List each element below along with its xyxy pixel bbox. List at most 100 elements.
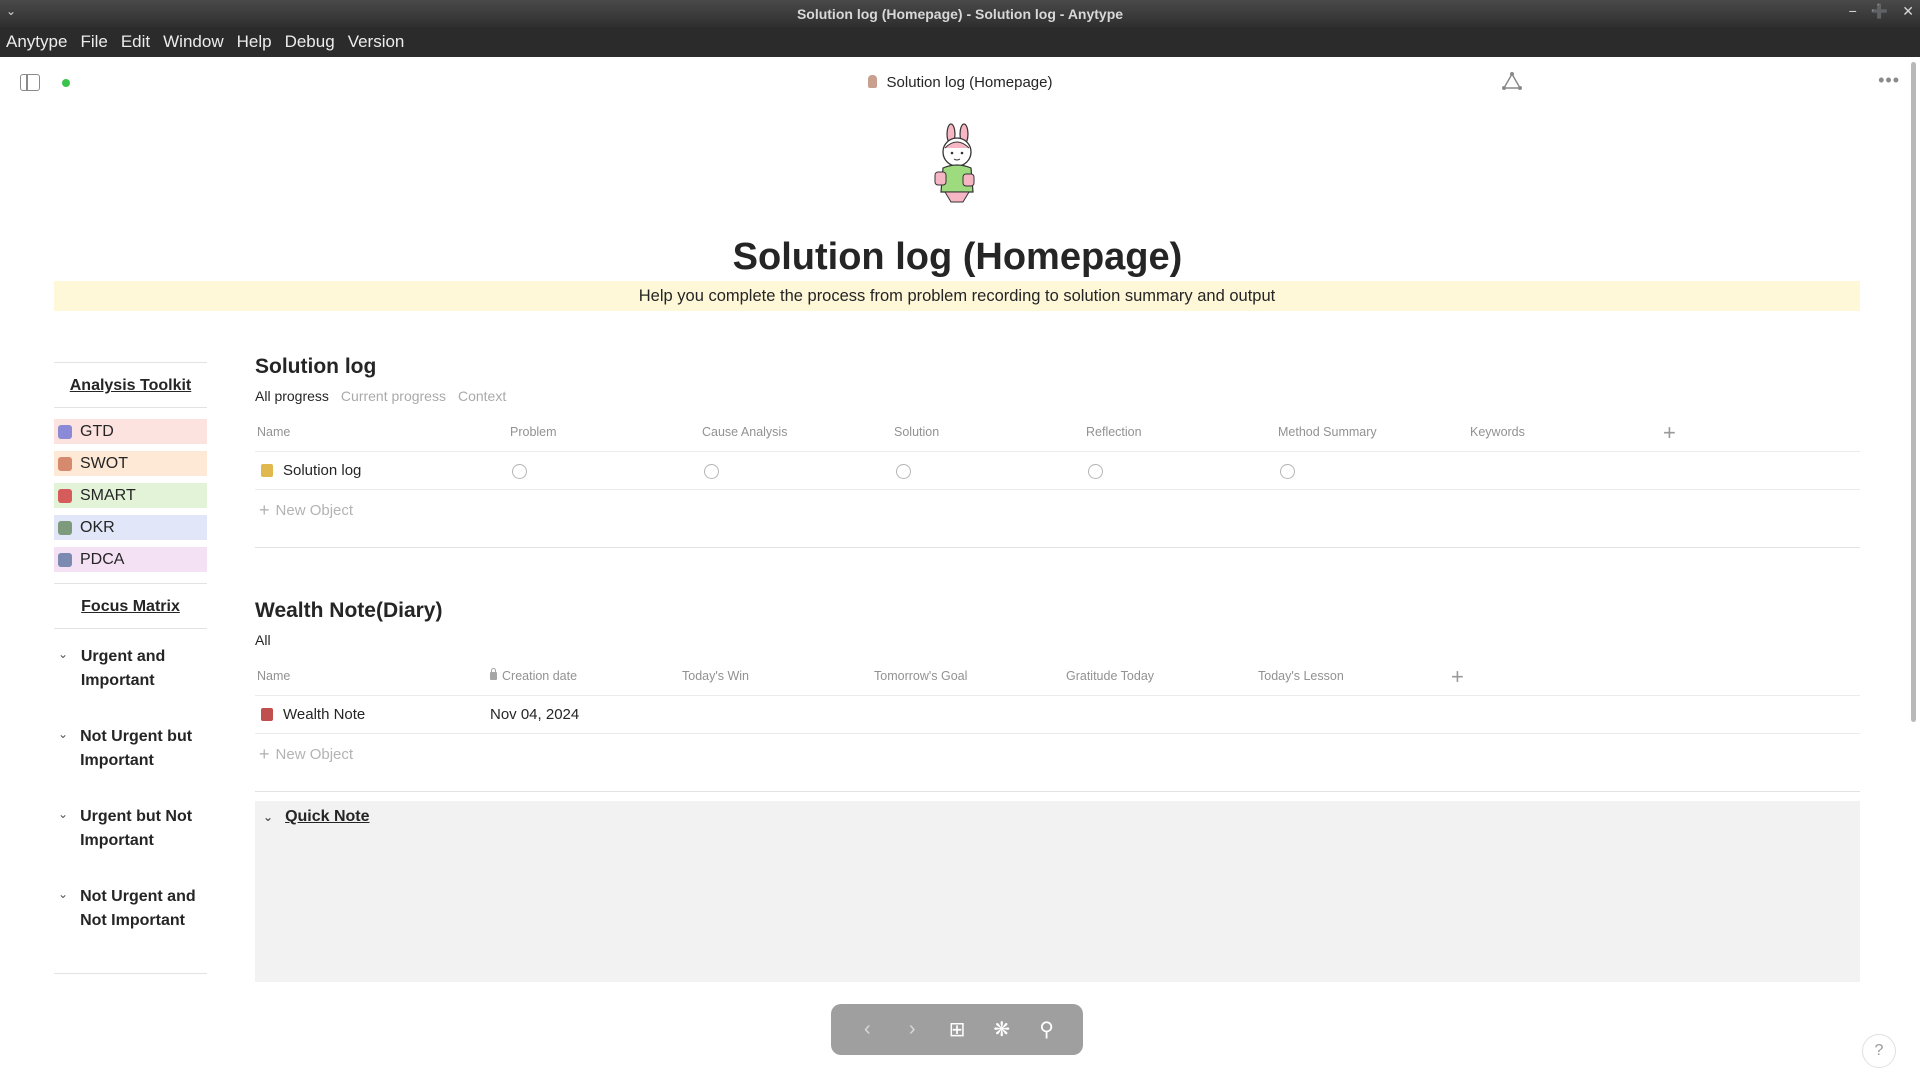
view-tab-all-progress[interactable]: All progress — [255, 388, 329, 404]
solution-log-views: All progress Current progress Context — [255, 388, 506, 404]
solution-log-title[interactable]: Solution log — [255, 355, 376, 379]
quick-note-title[interactable]: Quick Note — [285, 808, 369, 826]
chevron-down-icon[interactable]: ⌄ — [263, 810, 273, 824]
method-summary-checkbox[interactable] — [1280, 464, 1295, 479]
matrix-toggle-not-urgent-not-important[interactable]: ⌄ Not Urgent and Not Important — [54, 885, 207, 933]
table-row[interactable]: Wealth Note Nov 04, 2024 — [255, 696, 1860, 734]
plus-icon[interactable]: ⊞ — [943, 1017, 971, 1042]
add-column-plus-icon[interactable]: + — [1663, 422, 1676, 444]
object-icon — [261, 708, 273, 721]
column-header-todays-lesson[interactable]: Today's Lesson — [1258, 669, 1344, 683]
quick-note-block[interactable]: ⌄ Quick Note — [255, 801, 1860, 982]
lock-icon — [490, 668, 497, 680]
plus-icon: + — [259, 744, 270, 764]
menu-anytype[interactable]: Anytype — [6, 32, 67, 52]
grid-header: Name Problem Cause Analysis Solution Ref… — [255, 414, 1860, 452]
menu-window[interactable]: Window — [163, 32, 223, 52]
arrow-right-icon[interactable]: › — [898, 1018, 926, 1041]
column-header-cause-analysis[interactable]: Cause Analysis — [702, 425, 787, 439]
object-icon — [261, 464, 273, 477]
column-header-gratitude-today[interactable]: Gratitude Today — [1066, 669, 1154, 683]
divider — [255, 547, 1860, 548]
swot-icon — [58, 456, 72, 471]
toolkit-list: GTD SWOT SMART OKR PDCA — [54, 408, 207, 583]
graph-icon[interactable] — [1502, 72, 1522, 90]
chevron-down-icon[interactable]: ⌄ — [58, 885, 68, 933]
close-icon[interactable]: ✕ — [1902, 3, 1914, 20]
column-header-label: Creation date — [502, 669, 578, 683]
toolkit-item-okr[interactable]: OKR — [54, 515, 207, 540]
page-title[interactable]: Solution log (Homepage) — [0, 236, 1915, 279]
smart-icon — [58, 488, 72, 503]
toolkit-item-label: OKR — [80, 518, 115, 536]
column-header-method-summary[interactable]: Method Summary — [1278, 425, 1377, 439]
view-tab-all[interactable]: All — [255, 632, 271, 648]
column-header-problem[interactable]: Problem — [510, 425, 557, 439]
pdca-icon — [58, 552, 72, 567]
toolkit-item-swot[interactable]: SWOT — [54, 451, 207, 476]
new-object-button[interactable]: + New Object — [255, 734, 1860, 772]
focus-matrix-heading[interactable]: Focus Matrix — [54, 584, 207, 628]
column-header-name[interactable]: Name — [257, 669, 290, 683]
scrollbar[interactable] — [1911, 62, 1916, 722]
bottom-navigation-bar: ‹ › ⊞ ❋ ⚲ — [831, 1004, 1083, 1055]
chevron-down-icon[interactable]: ⌄ — [58, 725, 68, 773]
more-options-icon[interactable]: ••• — [1878, 70, 1900, 91]
column-header-creation-date[interactable]: Creation date — [490, 668, 578, 683]
maximize-icon[interactable]: ➕ — [1871, 3, 1888, 20]
cause-analysis-checkbox[interactable] — [704, 464, 719, 479]
arrow-left-icon[interactable]: ‹ — [853, 1018, 881, 1041]
column-header-name[interactable]: Name — [257, 425, 290, 439]
chevron-down-icon[interactable]: ⌄ — [58, 645, 69, 693]
column-header-reflection[interactable]: Reflection — [1086, 425, 1142, 439]
analysis-toolkit-heading[interactable]: Analysis Toolkit — [54, 363, 207, 407]
menu-edit[interactable]: Edit — [121, 32, 150, 52]
add-column-plus-icon[interactable]: + — [1451, 666, 1464, 688]
page-mini-icon — [867, 75, 877, 88]
menu-help[interactable]: Help — [237, 32, 272, 52]
menu-bar: Anytype File Edit Window Help Debug Vers… — [0, 27, 1920, 57]
new-object-button[interactable]: + New Object — [255, 490, 1860, 528]
toolkit-item-gtd[interactable]: GTD — [54, 419, 207, 444]
toolkit-item-label: GTD — [80, 422, 114, 440]
column-header-todays-win[interactable]: Today's Win — [682, 669, 749, 683]
reflection-checkbox[interactable] — [1088, 464, 1103, 479]
new-object-label: New Object — [275, 746, 354, 763]
creation-date-cell[interactable]: Nov 04, 2024 — [490, 706, 579, 723]
search-icon[interactable]: ⚲ — [1033, 1017, 1061, 1042]
column-header-solution[interactable]: Solution — [894, 425, 939, 439]
view-tab-context[interactable]: Context — [458, 388, 506, 404]
column-header-tomorrows-goal[interactable]: Tomorrow's Goal — [874, 669, 967, 683]
page-icon-bunny-girl[interactable] — [927, 122, 987, 204]
table-row[interactable]: Solution log — [255, 452, 1860, 490]
minimize-icon[interactable]: − — [1849, 3, 1857, 20]
matrix-label: Not Urgent and Not Important — [80, 888, 196, 929]
menu-debug[interactable]: Debug — [285, 32, 335, 52]
view-tab-current-progress[interactable]: Current progress — [341, 388, 446, 404]
matrix-toggle-urgent-important[interactable]: ⌄ Urgent and Important — [54, 645, 207, 693]
toolkit-item-label: PDCA — [80, 550, 125, 568]
solution-log-grid: Name Problem Cause Analysis Solution Ref… — [255, 414, 1860, 528]
row-name-cell[interactable]: Solution log — [261, 462, 361, 479]
matrix-label: Urgent and Important — [80, 648, 166, 689]
chevron-down-icon[interactable]: ⌄ — [58, 805, 68, 853]
toolkit-item-pdca[interactable]: PDCA — [54, 547, 207, 572]
window-controls: − ➕ ✕ — [1849, 3, 1914, 20]
row-name: Wealth Note — [283, 706, 366, 723]
menu-version[interactable]: Version — [348, 32, 405, 52]
row-name-cell[interactable]: Wealth Note — [261, 706, 365, 723]
column-header-keywords[interactable]: Keywords — [1470, 425, 1525, 439]
wealth-note-title[interactable]: Wealth Note(Diary) — [255, 599, 442, 623]
graph-icon[interactable]: ❋ — [988, 1017, 1016, 1042]
solution-checkbox[interactable] — [896, 464, 911, 479]
header-title: Solution log (Homepage) — [0, 74, 1920, 91]
matrix-toggle-not-urgent-important[interactable]: ⌄ Not Urgent but Important — [54, 725, 207, 773]
menu-file[interactable]: File — [80, 32, 107, 52]
toolkit-item-smart[interactable]: SMART — [54, 483, 207, 508]
matrix-toggle-urgent-not-important[interactable]: ⌄ Urgent but Not Important — [54, 805, 207, 853]
quick-note-toggle[interactable]: ⌄ Quick Note — [263, 808, 370, 826]
divider — [54, 973, 207, 974]
problem-checkbox[interactable] — [512, 464, 527, 479]
help-button[interactable]: ? — [1862, 1034, 1896, 1068]
page-description-callout[interactable]: Help you complete the process from probl… — [54, 281, 1860, 311]
